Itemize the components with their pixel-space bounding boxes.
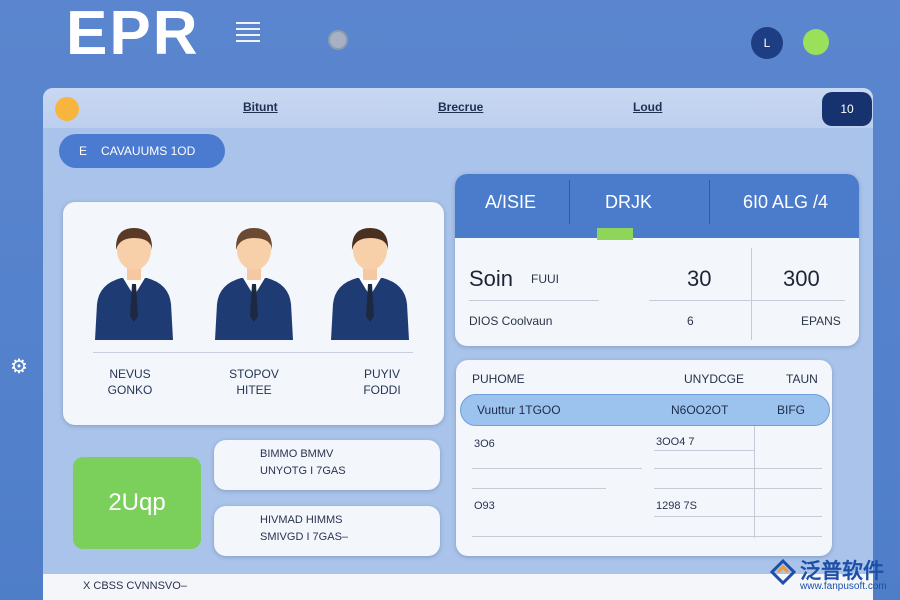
- summary-value: 2Uqp: [108, 489, 166, 516]
- person-avatar-icon[interactable]: [89, 220, 179, 342]
- table-cell[interactable]: O93: [474, 500, 495, 512]
- menu-icon[interactable]: [236, 22, 260, 46]
- user-avatar-label: L: [763, 36, 771, 50]
- table-cell: BIFG: [777, 403, 806, 417]
- info-title: HIVMAD HIMMS: [260, 514, 343, 526]
- divider: [709, 180, 710, 224]
- stats-row-sub: FUUI: [531, 272, 559, 286]
- divider: [472, 488, 606, 489]
- tab-2[interactable]: Brecrue: [438, 100, 483, 114]
- person-avatar-icon[interactable]: [325, 220, 415, 342]
- table-row-selected[interactable]: Vuuttur 1TGOO N6OO2OT BIFG: [460, 394, 830, 426]
- brand-logo: EPR: [66, 0, 200, 68]
- info-title: BIMMO BMMV: [260, 448, 334, 460]
- table-header-cell[interactable]: PUHOME: [472, 372, 525, 386]
- status-dot-icon: [328, 30, 348, 50]
- stats-header-cell[interactable]: DRJK: [605, 192, 652, 213]
- toolbar-action-label: 10: [840, 102, 854, 116]
- divider: [754, 426, 755, 538]
- brand-mark-icon: [770, 559, 796, 585]
- stats-panel: A/ISIE DRJK 6I0 ALG /4 Soin FUUI 30 300 …: [455, 174, 859, 346]
- app-logo-icon: [55, 97, 79, 121]
- stats-value: 300: [783, 266, 820, 291]
- team-card: NEVUS GONKO STOPOV HITEE PUYIV FODDI: [63, 202, 444, 425]
- pill-label: CAVAUUMS 1OD: [101, 144, 196, 158]
- info-card[interactable]: HIVMAD HIMMS SMIVGD I 7GAS–: [214, 506, 440, 556]
- table-cell[interactable]: 1298 7S: [656, 500, 697, 512]
- filter-pill-button[interactable]: E CAVAUUMS 1OD: [59, 134, 225, 168]
- tab-3[interactable]: Loud: [633, 100, 662, 114]
- summary-tile[interactable]: 2Uqp: [73, 457, 201, 549]
- stats-value: 6: [687, 314, 694, 328]
- divider: [469, 300, 599, 301]
- info-subtitle: UNYOTG I 7GAS: [260, 465, 346, 477]
- watermark-logo: 泛普软件 www.fanpusoft.com: [770, 555, 894, 595]
- gear-icon[interactable]: ⚙: [8, 356, 30, 378]
- tab-1[interactable]: Bitunt: [243, 100, 278, 114]
- table-header-cell[interactable]: UNYDCGE: [684, 372, 744, 386]
- person-name: STOPOV HITEE: [229, 367, 279, 397]
- divider: [654, 450, 754, 451]
- divider: [654, 468, 822, 469]
- info-card[interactable]: BIMMO BMMV UNYOTG I 7GAS: [214, 440, 440, 490]
- table-cell[interactable]: 3OO4 7: [656, 436, 695, 448]
- stats-header-cell[interactable]: 6I0 ALG /4: [743, 192, 828, 213]
- divider: [472, 468, 642, 469]
- person-name: PUYIV FODDI: [363, 367, 401, 397]
- divider: [93, 352, 413, 353]
- divider: [472, 536, 822, 537]
- table-cell: N6OO2OT: [671, 403, 729, 417]
- status-tag: [597, 228, 633, 240]
- table-header-cell[interactable]: TAUN: [786, 372, 818, 386]
- stats-value: EPANS: [801, 314, 841, 328]
- data-table: PUHOME UNYDCGE TAUN Vuuttur 1TGOO N6OO2O…: [456, 360, 832, 556]
- status-text: X CBSS CVNNSVO–: [83, 580, 187, 592]
- table-cell: Vuuttur 1TGOO: [477, 403, 561, 417]
- user-avatar[interactable]: L: [751, 27, 783, 59]
- person-name: NEVUS GONKO: [107, 367, 153, 397]
- stats-header: A/ISIE DRJK 6I0 ALG /4: [455, 174, 859, 238]
- online-status-icon[interactable]: [803, 29, 829, 55]
- divider: [751, 248, 752, 340]
- stats-value: 30: [687, 266, 712, 291]
- divider: [649, 300, 845, 301]
- app-toolbar: Bitunt Brecrue Loud 10: [43, 88, 873, 128]
- divider: [654, 488, 822, 489]
- table-cell[interactable]: 3O6: [474, 438, 495, 450]
- stats-row-label: Soin: [469, 266, 514, 291]
- watermark-url: www.fanpusoft.com: [800, 581, 887, 592]
- stats-row-label: DIOS Coolvaun: [469, 314, 553, 328]
- stats-header-cell[interactable]: A/ISIE: [485, 192, 536, 213]
- info-subtitle: SMIVGD I 7GAS–: [260, 531, 349, 543]
- status-bar: X CBSS CVNNSVO–: [43, 574, 873, 600]
- divider: [569, 180, 570, 224]
- pill-icon: E: [79, 144, 88, 158]
- divider: [654, 516, 822, 517]
- person-avatar-icon[interactable]: [209, 220, 299, 342]
- toolbar-action-button[interactable]: 10: [822, 92, 872, 126]
- app-window: Bitunt Brecrue Loud 10 E CAVAUUMS 1OD NE…: [43, 88, 873, 600]
